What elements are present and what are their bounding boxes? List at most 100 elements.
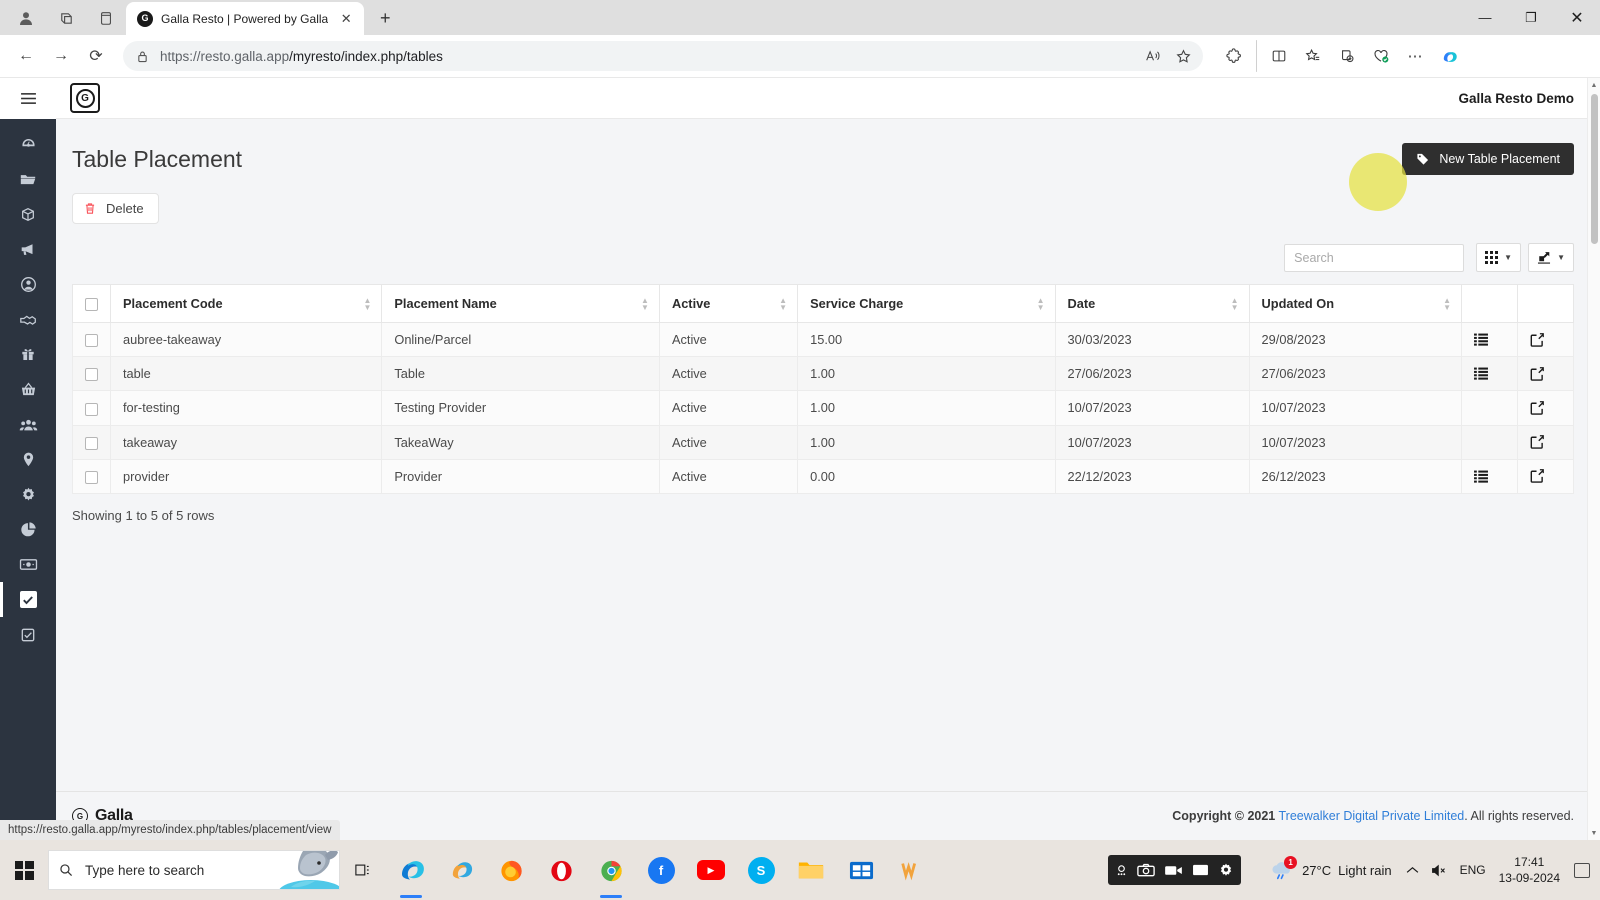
recorder-settings-icon[interactable] — [1218, 862, 1234, 878]
new-table-placement-button[interactable]: New Table Placement — [1402, 143, 1574, 175]
sidebar-item-tables[interactable] — [0, 582, 56, 617]
extensions-icon[interactable] — [1218, 40, 1250, 72]
sidebar-item-locations[interactable] — [0, 442, 56, 477]
row-checkbox[interactable] — [85, 436, 98, 450]
screenshot-mode-icon[interactable] — [1115, 864, 1128, 877]
scroll-up-arrow-icon[interactable]: ▲ — [1591, 78, 1598, 92]
taskbar-app-opera[interactable] — [536, 840, 586, 900]
more-options-icon[interactable]: ⋯ — [1399, 40, 1431, 72]
add-collection-icon[interactable] — [1331, 40, 1363, 72]
sidebar-item-reports[interactable] — [0, 512, 56, 547]
sidebar-item-customers[interactable] — [0, 407, 56, 442]
sidebar-item-account[interactable] — [0, 267, 56, 302]
column-header-date[interactable]: Date ▲ ▼ — [1054, 283, 1250, 324]
close-window-button[interactable]: ✕ — [1554, 0, 1600, 35]
table-row[interactable]: table Table Active 1.00 27/06/2023 27/06/2023 — [72, 356, 1574, 392]
cell-edit-action[interactable] — [1517, 390, 1574, 426]
delete-button[interactable]: Delete — [72, 193, 159, 224]
edit-icon[interactable] — [1530, 332, 1561, 347]
company-link[interactable]: Treewalker Digital Private Limited — [1279, 809, 1465, 823]
address-bar[interactable]: https://resto.galla.app/myresto/index.ph… — [123, 41, 1203, 71]
sidebar-item-dashboard[interactable] — [0, 127, 56, 162]
forward-icon[interactable]: → — [45, 40, 77, 72]
sidebar-item-products[interactable] — [0, 197, 56, 232]
browser-tab[interactable]: G Galla Resto | Powered by Galla ✕ — [126, 2, 365, 35]
taskbar-app-skype[interactable]: S — [736, 840, 786, 900]
favorite-star-icon[interactable] — [1169, 42, 1197, 70]
taskbar-clock[interactable]: 17:41 13-09-2024 — [1499, 854, 1560, 886]
column-header-service-charge[interactable]: Service Charge ▲ ▼ — [797, 283, 1056, 324]
taskbar-app-edge[interactable] — [386, 840, 436, 900]
taskbar-app-facebook[interactable]: f — [636, 840, 686, 900]
sidebar-item-payments[interactable] — [0, 547, 56, 582]
weather-widget[interactable]: 1 27°C Light rain — [1269, 856, 1392, 881]
scrollbar-thumb[interactable] — [1590, 94, 1598, 244]
sidebar-item-tasks[interactable] — [0, 617, 56, 652]
camera-icon[interactable] — [1137, 863, 1155, 877]
page-scrollbar[interactable]: ▲ ▼ — [1587, 78, 1600, 840]
window-capture-icon[interactable] — [1192, 863, 1209, 877]
start-button[interactable] — [0, 840, 48, 900]
taskbar-app-extra[interactable] — [886, 840, 936, 900]
cell-edit-action[interactable] — [1517, 424, 1574, 460]
row-checkbox[interactable] — [85, 368, 98, 382]
cell-edit-action[interactable] — [1517, 356, 1574, 392]
taskbar-app-file-explorer[interactable] — [786, 840, 836, 900]
edit-icon[interactable] — [1530, 366, 1561, 381]
read-aloud-icon[interactable] — [1139, 42, 1167, 70]
sidebar-menu-toggle[interactable] — [0, 78, 56, 119]
workspaces-icon[interactable] — [46, 1, 86, 35]
scroll-down-arrow-icon[interactable]: ▼ — [1591, 826, 1598, 840]
list-icon[interactable] — [1474, 470, 1505, 483]
column-header-placement-name[interactable]: Placement Name ▲ ▼ — [381, 283, 660, 324]
column-header-placement-code[interactable]: Placement Code ▲ ▼ — [109, 283, 383, 324]
task-view-icon[interactable] — [340, 840, 386, 900]
sidebar-item-settings[interactable] — [0, 477, 56, 512]
table-row[interactable]: aubree-takeaway Online/Parcel Active 15.00 3… — [72, 322, 1574, 358]
row-checkbox[interactable] — [85, 334, 98, 348]
taskbar-search[interactable]: Type here to search — [48, 850, 340, 890]
table-row[interactable]: provider Provider Active 0.00 22/12/2023 26/1… — [72, 458, 1574, 494]
tab-sidebar-icon[interactable] — [86, 1, 126, 35]
copilot-icon[interactable] — [1433, 40, 1465, 72]
select-all-checkbox[interactable] — [85, 298, 98, 312]
cell-list-action[interactable] — [1461, 356, 1518, 392]
volume-muted-icon[interactable] — [1431, 864, 1448, 877]
list-icon[interactable] — [1474, 333, 1505, 346]
collections-star-icon[interactable] — [1297, 40, 1329, 72]
taskbar-app-store[interactable] — [836, 840, 886, 900]
table-row[interactable]: takeaway TakeaWay Active 1.00 10/07/2023 10/0… — [72, 424, 1574, 460]
cell-list-action[interactable] — [1461, 458, 1518, 494]
close-tab-icon[interactable]: ✕ — [336, 9, 356, 29]
row-checkbox[interactable] — [85, 402, 98, 416]
browser-essentials-icon[interactable] — [1365, 40, 1397, 72]
columns-toggle-button[interactable]: ▼ — [1476, 243, 1522, 272]
column-header-updated-on[interactable]: Updated On ▲ ▼ — [1248, 283, 1463, 324]
tray-expand-icon[interactable] — [1406, 866, 1419, 875]
edit-icon[interactable] — [1530, 435, 1561, 449]
column-header-active[interactable]: Active ▲ ▼ — [658, 283, 799, 324]
sidebar-item-orders[interactable] — [0, 372, 56, 407]
row-checkbox[interactable] — [85, 470, 98, 484]
notification-center-icon[interactable] — [1574, 862, 1590, 878]
edit-icon[interactable] — [1530, 469, 1561, 483]
taskbar-app-youtube[interactable]: ▶ — [686, 840, 736, 900]
profile-icon[interactable] — [6, 1, 46, 35]
export-button[interactable]: ▼ — [1528, 243, 1574, 272]
table-row[interactable]: for-testing Testing Provider Active 1.00 10/… — [72, 390, 1574, 426]
cell-list-action[interactable] — [1461, 322, 1518, 358]
language-indicator[interactable]: ENG — [1460, 863, 1486, 877]
recording-toolbar[interactable] — [1108, 855, 1242, 885]
cell-edit-action[interactable] — [1517, 322, 1574, 358]
maximize-button[interactable]: ❐ — [1508, 0, 1554, 35]
sidebar-item-partners[interactable] — [0, 302, 56, 337]
sidebar-item-marketing[interactable] — [0, 232, 56, 267]
taskbar-app-chrome[interactable] — [586, 840, 636, 900]
account-name[interactable]: Galla Resto Demo — [1458, 91, 1574, 106]
split-screen-icon[interactable] — [1263, 40, 1295, 72]
taskbar-app-copilot[interactable] — [436, 840, 486, 900]
cell-edit-action[interactable] — [1517, 458, 1574, 494]
sidebar-item-files[interactable] — [0, 162, 56, 197]
list-icon[interactable] — [1474, 367, 1505, 380]
edit-icon[interactable] — [1530, 401, 1561, 415]
